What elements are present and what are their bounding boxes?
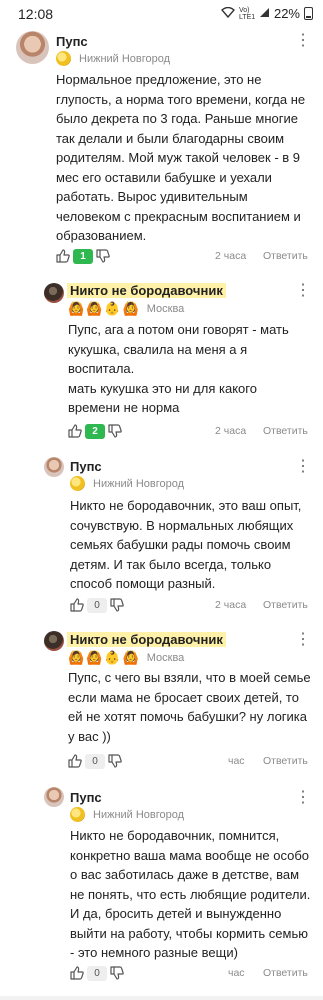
badge-emoji-icon: 🙆 [86,301,103,316]
badge-emoji-icon: 🙆 [122,301,139,316]
more-vertical-icon[interactable]: ⋮ [295,33,311,49]
battery-icon [304,7,313,20]
comment-text: Пупс, ага а потом они говорят - мать кук… [68,322,289,415]
navigation-bar [0,996,323,1000]
author-badges: 🙆 🙆 👶 🙆 Москва [68,301,184,317]
comment-text: Никто не бородавочник, это ваш опыт, соч… [70,498,302,591]
comment-time: час [228,755,245,767]
comment-time: 2 часа [215,250,247,262]
author-name[interactable]: Никто не бородавочник [67,632,226,647]
gold-badge-icon [56,51,71,66]
reply-button[interactable]: Ответить [263,250,308,262]
avatar[interactable] [44,787,64,807]
avatar[interactable] [44,457,64,477]
wifi-icon [220,6,235,21]
avatar[interactable] [16,31,49,64]
gold-badge-icon [70,476,85,491]
author-name[interactable]: Пупс [70,459,102,474]
reply-button[interactable]: Ответить [263,967,308,979]
author-city: Нижний Новгород [79,52,171,65]
status-right: Vo) LTE1 22% [220,6,313,21]
thumb-down-icon[interactable] [110,598,124,612]
battery-percent: 22% [273,6,300,21]
thumb-up-icon[interactable] [56,249,70,263]
badge-emoji-icon: 🙆 [68,301,85,316]
badge-emoji-icon: 🙆 [122,650,139,665]
comment-actions: 0 [70,596,124,614]
comment-actions: 2 [68,422,122,440]
reply-button[interactable]: Ответить [263,599,308,611]
comment-actions: 1 [56,247,110,265]
thumb-up-icon[interactable] [70,966,84,980]
badge-emoji-icon: 🙆 [68,650,85,665]
author-name[interactable]: Никто не бородавочник [67,283,226,298]
comment-actions: 0 [68,752,122,770]
more-vertical-icon[interactable]: ⋮ [295,632,311,648]
thumb-up-icon[interactable] [68,754,82,768]
likes-count: 0 [85,753,105,769]
thumb-down-icon[interactable] [108,424,122,438]
author-badges: Нижний Новгород [70,476,184,491]
badge-emoji-icon: 👶 [104,650,121,665]
likes-count: 0 [87,597,107,613]
badge-emoji-icon: 🙆 [86,650,103,665]
thumb-down-icon[interactable] [108,754,122,768]
avatar[interactable] [44,283,64,303]
thumb-down-icon[interactable] [110,966,124,980]
likes-count: 2 [85,423,105,439]
author-badges: 🙆 🙆 👶 🙆 Москва [68,650,184,666]
author-city: Нижний Новгород [93,477,185,490]
likes-count: 1 [73,248,93,264]
author-name[interactable]: Пупс [56,34,88,49]
more-vertical-icon[interactable]: ⋮ [295,790,311,806]
thumb-up-icon[interactable] [68,424,82,438]
gold-badge-icon [70,807,85,822]
comment-actions: 0 [70,964,124,982]
comment-text: Нормальное предложение, это не глупость,… [56,72,306,243]
author-badges: Нижний Новгород [70,807,184,822]
author-city: Москва [146,652,185,664]
status-bar: 12:08 Vo) LTE1 22% [0,0,323,28]
status-time: 12:08 [18,6,54,22]
badge-emoji-icon: 👶 [104,301,121,316]
signal-icon [259,7,270,21]
comment-time: 2 часа [215,599,247,611]
likes-count: 0 [87,965,107,981]
author-badges: Нижний Новгород [56,51,170,66]
author-city: Москва [146,303,185,315]
comment-text: Пупс, с чего вы взяли, что в моей семье … [68,670,311,744]
more-vertical-icon[interactable]: ⋮ [295,459,311,475]
thumb-up-icon[interactable] [70,598,84,612]
more-vertical-icon[interactable]: ⋮ [295,283,311,299]
comment-time: 2 часа [215,425,247,437]
reply-button[interactable]: Ответить [263,755,308,767]
reply-button[interactable]: Ответить [263,425,308,437]
author-city: Нижний Новгород [93,808,185,821]
avatar[interactable] [44,631,64,651]
comment-text: Никто не бородавочник, помнится, конкрет… [70,828,311,960]
author-name[interactable]: Пупс [70,790,102,805]
comment-time: час [228,967,245,979]
network-label: Vo) LTE1 [238,6,256,21]
thumb-down-icon[interactable] [96,249,110,263]
